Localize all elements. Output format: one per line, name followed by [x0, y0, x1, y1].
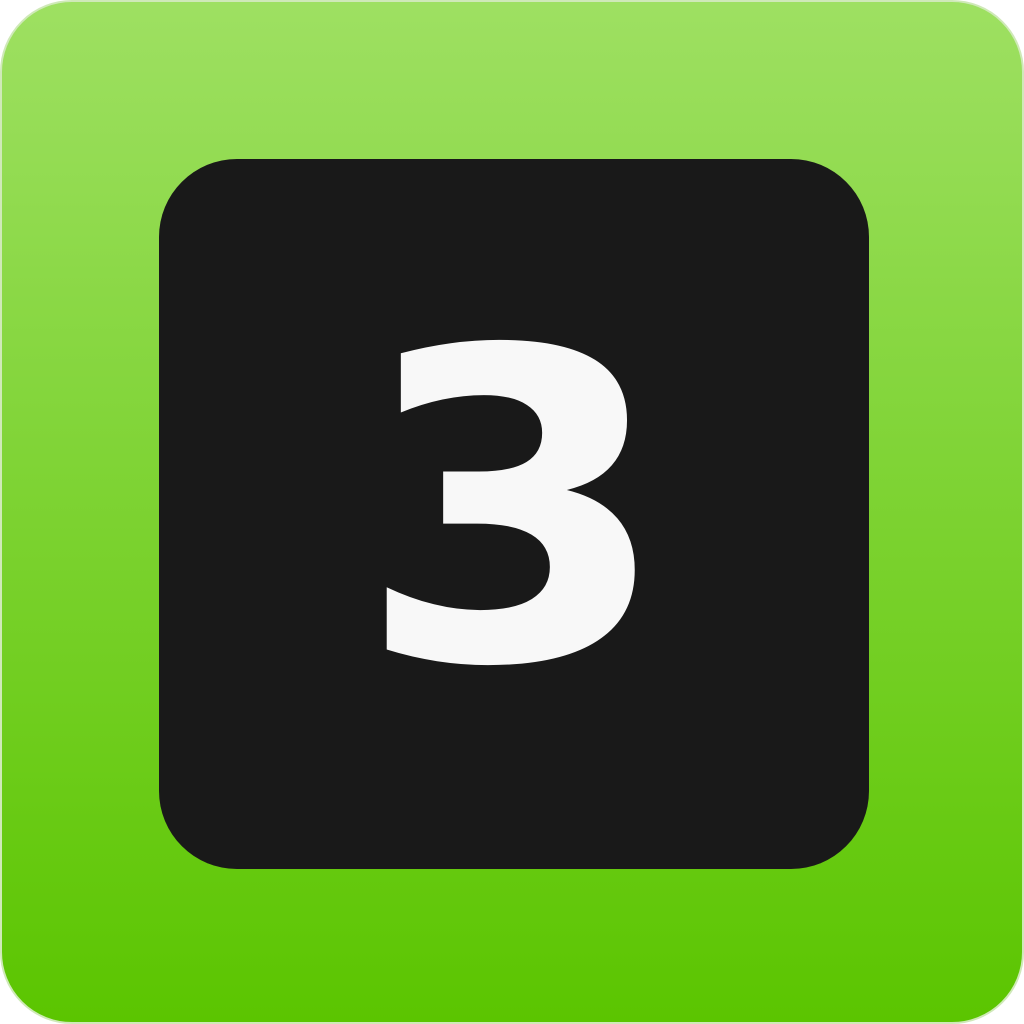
number-digit: 3: [356, 261, 672, 761]
number-tile: 3: [159, 159, 869, 869]
app-icon-background: 3: [0, 0, 1024, 1024]
